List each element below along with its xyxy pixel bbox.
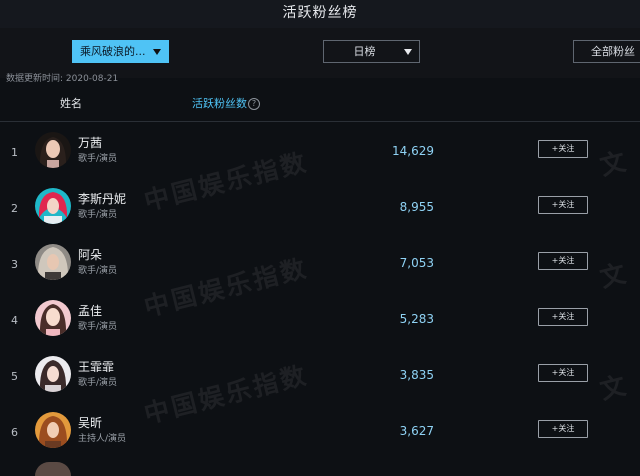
artist-role: 歌手/演员 xyxy=(78,154,118,164)
fans-count: 14,629 xyxy=(392,144,434,158)
follow-button[interactable]: +关注 xyxy=(538,196,588,214)
avatar[interactable] xyxy=(35,244,71,280)
follow-button[interactable]: +关注 xyxy=(538,308,588,326)
column-header-fans[interactable]: 活跃粉丝数? xyxy=(192,95,260,111)
column-header-fans-label: 活跃粉丝数 xyxy=(192,97,247,110)
caret-down-icon xyxy=(404,49,412,55)
show-select[interactable]: 乘风破浪的... xyxy=(72,40,169,63)
table-row: 1 万茜 歌手/演员 14,629 +关注 xyxy=(0,129,640,185)
avatar-image xyxy=(35,244,71,280)
table-row: 2 李斯丹妮 歌手/演员 8,955 +关注 xyxy=(0,185,640,241)
header-divider xyxy=(0,121,640,122)
avatar-image xyxy=(35,356,71,392)
table-row: 5 王霏霏 歌手/演员 3,835 +关注 xyxy=(0,353,640,409)
artist-name[interactable]: 吴昕 xyxy=(78,414,102,431)
show-select-label: 乘风破浪的... xyxy=(80,45,146,58)
rank-number: 5 xyxy=(11,370,18,383)
avatar-image xyxy=(35,300,71,336)
fans-type-select[interactable]: 全部粉丝 xyxy=(573,40,640,63)
avatar-image xyxy=(35,132,71,168)
artist-role: 歌手/演员 xyxy=(78,378,118,388)
rank-number: 4 xyxy=(11,314,18,327)
update-time: 数据更新时间: 2020-08-21 xyxy=(6,74,119,84)
table-row: 6 吴昕 主持人/演员 3,627 +关注 xyxy=(0,409,640,465)
fans-count: 3,835 xyxy=(399,368,434,382)
artist-name[interactable]: 阿朵 xyxy=(78,246,102,263)
artist-name[interactable]: 王霏霏 xyxy=(78,358,114,375)
artist-name[interactable]: 孟佳 xyxy=(78,302,102,319)
artist-role: 主持人/演员 xyxy=(78,434,127,444)
column-header-name: 姓名 xyxy=(60,97,82,110)
caret-down-icon xyxy=(153,49,161,55)
help-icon[interactable]: ? xyxy=(248,98,260,110)
avatar[interactable] xyxy=(35,300,71,336)
fans-count: 8,955 xyxy=(399,200,434,214)
rank-number: 1 xyxy=(11,146,18,159)
rank-number: 3 xyxy=(11,258,18,271)
fans-count: 5,283 xyxy=(399,312,434,326)
follow-button[interactable]: +关注 xyxy=(538,252,588,270)
fans-count: 3,627 xyxy=(399,424,434,438)
rank-number: 6 xyxy=(11,426,18,439)
fans-count: 7,053 xyxy=(399,256,434,270)
artist-name[interactable]: 李斯丹妮 xyxy=(78,190,126,207)
avatar[interactable] xyxy=(35,462,71,476)
artist-name[interactable]: 万茜 xyxy=(78,134,102,151)
table-row: 3 阿朵 歌手/演员 7,053 +关注 xyxy=(0,241,640,297)
follow-button[interactable]: +关注 xyxy=(538,140,588,158)
follow-button[interactable]: +关注 xyxy=(538,364,588,382)
artist-role: 歌手/演员 xyxy=(78,322,118,332)
artist-role: 歌手/演员 xyxy=(78,266,118,276)
avatar[interactable] xyxy=(35,412,71,448)
avatar-image xyxy=(35,412,71,448)
range-select[interactable]: 日榜 xyxy=(323,40,420,63)
top-bar: 活跃粉丝榜 xyxy=(0,0,640,28)
page-title: 活跃粉丝榜 xyxy=(282,5,358,21)
avatar[interactable] xyxy=(35,132,71,168)
follow-button[interactable]: +关注 xyxy=(538,420,588,438)
avatar[interactable] xyxy=(35,356,71,392)
range-select-label: 日榜 xyxy=(353,45,376,58)
rank-number: 2 xyxy=(11,202,18,215)
avatar[interactable] xyxy=(35,188,71,224)
table-row: 4 孟佳 歌手/演员 5,283 +关注 xyxy=(0,297,640,353)
avatar-image xyxy=(35,188,71,224)
artist-role: 歌手/演员 xyxy=(78,210,118,220)
fans-type-select-label: 全部粉丝 xyxy=(591,45,635,58)
